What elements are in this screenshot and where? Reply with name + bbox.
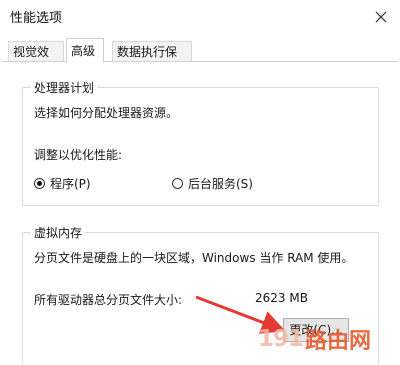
- watermark-number: 191: [258, 326, 304, 352]
- watermark-text: 路由网: [305, 329, 372, 354]
- annotation-arrow-icon: [195, 295, 286, 334]
- tab-advanced[interactable]: 高级: [66, 38, 104, 63]
- performance-options-window: 性能选项 视觉效果 高级 数据执行保护 处理器计划 选择如何分配处理器资源。 调…: [0, 0, 400, 365]
- site-watermark: 191 路由网: [258, 318, 400, 360]
